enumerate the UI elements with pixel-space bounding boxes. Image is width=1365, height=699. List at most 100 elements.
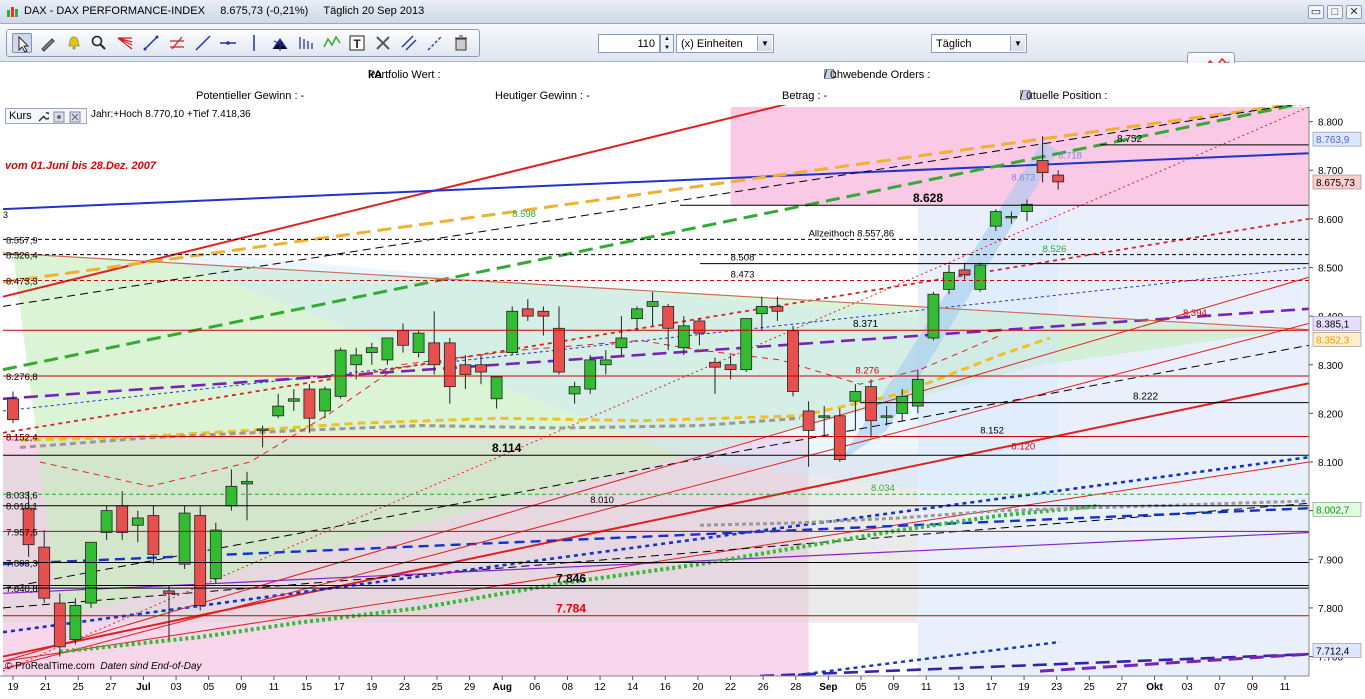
time-tick-label: 28 — [790, 682, 802, 693]
units-input[interactable]: 110 — [598, 34, 660, 53]
candle — [147, 515, 160, 555]
chevron-down-icon: ▼ — [1010, 36, 1025, 51]
zoom-icon[interactable] — [89, 33, 109, 53]
time-tick-label: 14 — [627, 682, 639, 693]
comparison-period-note: vom 01.Juni bis 28.Dez. 2007 — [5, 160, 157, 172]
candle — [896, 395, 909, 414]
candle — [194, 515, 207, 606]
candle — [85, 541, 97, 604]
candle — [163, 590, 175, 594]
candle — [724, 364, 737, 371]
time-tick-label: 06 — [529, 682, 541, 693]
last-value: 8.675,73 (-0,21%) — [220, 5, 309, 17]
time-tick-label: 26 — [758, 682, 770, 693]
channel-icon[interactable] — [167, 33, 187, 53]
maximize-button[interactable]: □ — [1327, 5, 1343, 19]
trash-icon[interactable] — [451, 33, 471, 53]
candle — [428, 342, 441, 366]
candle — [381, 337, 394, 361]
close-button[interactable]: ✕ — [1346, 5, 1362, 19]
price-tag-label: 8.675,73 — [1316, 178, 1355, 189]
kurs-label: Kurs — [9, 110, 32, 122]
level-label-6: 8.371 — [853, 319, 878, 330]
candle — [537, 310, 550, 317]
time-tick-label: 25 — [431, 682, 443, 693]
level-label-10: 8.114 — [492, 441, 522, 455]
units-select[interactable]: (x) Einheiten ▼ — [676, 34, 774, 53]
close-panel-icon[interactable] — [69, 111, 81, 123]
time-tick-label: 07 — [1214, 682, 1226, 693]
time-tick-label: Aug — [493, 682, 512, 693]
cycle-lines-icon[interactable] — [296, 33, 316, 53]
alarm-bell-icon[interactable] — [64, 33, 84, 53]
ray-icon[interactable] — [425, 33, 445, 53]
candle — [241, 481, 253, 485]
year-range: Jahr:+Hoch 8.770,10 +Tief 7.418,36 — [91, 109, 251, 120]
trendline-icon[interactable] — [193, 33, 213, 53]
candle — [131, 517, 144, 526]
candle — [334, 349, 347, 397]
horizontal-line-icon[interactable] — [218, 33, 238, 53]
price-tick-label: 8.300 — [1318, 361, 1343, 372]
wrench-icon[interactable] — [37, 111, 49, 123]
timeframe-select[interactable]: Täglich ▼ — [931, 34, 1027, 53]
time-tick-label: 17 — [334, 682, 346, 693]
candle — [412, 332, 425, 353]
pending-orders-total: / 0 — [824, 69, 837, 81]
candle — [272, 405, 285, 417]
candle — [209, 529, 222, 580]
fibonacci-fan-icon[interactable] — [115, 33, 135, 53]
text-icon[interactable]: T — [347, 33, 367, 53]
candle — [755, 305, 768, 315]
time-tick-label: 21 — [40, 682, 52, 693]
drawing-tools: T — [6, 29, 480, 57]
candle — [615, 337, 628, 349]
svg-text:T: T — [354, 37, 362, 51]
candle — [7, 398, 19, 421]
parallel-icon[interactable] — [399, 33, 419, 53]
wave-icon[interactable] — [322, 33, 342, 53]
candle — [256, 428, 269, 431]
vertical-line-icon[interactable] — [244, 33, 264, 53]
minimize-button[interactable]: ▭ — [1308, 5, 1324, 19]
units-stepper[interactable]: ▲ ▼ — [660, 34, 674, 53]
price-tick-label: 7.900 — [1318, 555, 1343, 566]
candle — [1052, 174, 1065, 183]
price-tag-label: 8.763,9 — [1316, 135, 1350, 146]
candle — [459, 364, 472, 375]
chart-label-9: 8.152 — [980, 426, 1004, 437]
time-tick-label: 15 — [301, 682, 313, 693]
time-tick-label: 19 — [7, 682, 19, 693]
time-tick-label: 12 — [595, 682, 607, 693]
cursor-icon[interactable] — [12, 33, 32, 53]
pencil-icon[interactable] — [38, 33, 58, 53]
chart-label-3: Allzeithoch 8.557,86 — [809, 228, 895, 239]
candle — [178, 512, 191, 565]
candle — [709, 361, 721, 368]
units-select-value: (x) Einheiten — [681, 38, 743, 50]
price-panel-header[interactable]: Kurs — [5, 108, 87, 124]
candle — [116, 505, 129, 533]
time-tick-label: 08 — [562, 682, 574, 693]
fork-icon[interactable] — [270, 33, 290, 53]
candle — [443, 342, 456, 388]
candle — [553, 327, 565, 373]
settings-icon[interactable] — [53, 111, 65, 123]
line-icon[interactable] — [141, 33, 161, 53]
time-tick-label: 23 — [1051, 682, 1063, 693]
tools-icon[interactable] — [373, 33, 393, 53]
candle — [53, 602, 66, 648]
candle — [865, 386, 877, 422]
position-label: Aktuelle Position : — [1020, 90, 1108, 102]
level-label-left-9: 8.152,4 — [6, 433, 38, 444]
time-tick-label: 22 — [725, 682, 737, 693]
candle — [771, 305, 784, 312]
candle — [599, 359, 612, 366]
candle — [693, 320, 706, 334]
time-tick-label: Jul — [136, 682, 151, 693]
chart-area[interactable]: 8.557,9 8.526,4 8.473,3 8.276,8 8.152,4 8.033… — [0, 0, 1365, 694]
candle — [584, 359, 597, 390]
price-chart[interactable]: 8.557,9 8.526,4 8.473,3 8.276,8 8.152,4 8.033… — [0, 0, 1365, 694]
candle — [287, 398, 300, 402]
today-gain: Heutiger Gewinn : - — [495, 90, 590, 102]
